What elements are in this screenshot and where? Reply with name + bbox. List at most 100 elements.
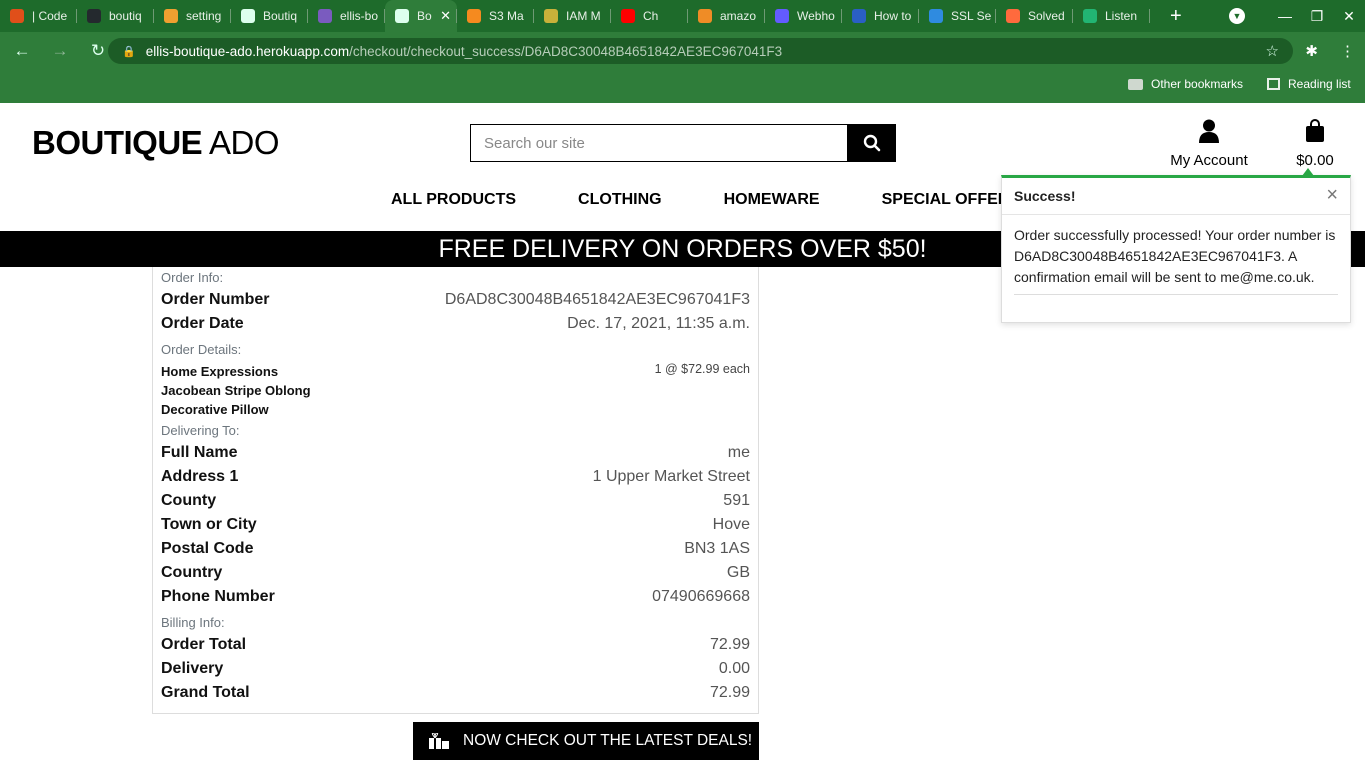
menu-icon[interactable]: ⋮ [1340, 42, 1355, 60]
tab-favicon-icon [318, 9, 332, 23]
url-host: ellis-boutique-ado.herokuapp.com [145, 43, 350, 59]
tab-favicon-icon [544, 9, 558, 23]
latest-deals-button[interactable]: NOW CHECK OUT THE LATEST DEALS! [413, 722, 759, 760]
browser-tab[interactable]: IAM M [534, 0, 611, 32]
search-input[interactable] [470, 124, 847, 162]
browser-tab[interactable]: amazo [688, 0, 765, 32]
delivery-value: me [727, 444, 750, 461]
tab-favicon-icon [775, 9, 789, 23]
search-button[interactable] [847, 124, 896, 162]
tab-favicon-icon [395, 9, 409, 23]
browser-tabstrip: | Code boutiq setting Boutiq ellis-bo Bo ✕ S3 M… [0, 0, 1365, 32]
extensions-icon[interactable]: ✱ [1305, 42, 1318, 60]
browser-tab[interactable]: Bo ✕ [385, 0, 457, 32]
browser-tab[interactable]: Ch [611, 0, 688, 32]
billing-label: Order Total [161, 636, 247, 653]
nav-homeware[interactable]: HOMEWARE [724, 191, 820, 209]
close-window-icon[interactable]: ✕ [1333, 8, 1365, 25]
browser-tab[interactable]: | Code [0, 0, 77, 32]
tab-title: S3 Ma [489, 9, 524, 23]
toast-header: Success! × [1002, 178, 1350, 215]
billing-label: Delivery [161, 660, 224, 677]
main-nav: ALL PRODUCTS CLOTHING HOMEWARE SPECIAL O… [360, 191, 1051, 209]
user-icon [1199, 119, 1219, 143]
order-item-name: Home Expressions Jacobean Stripe Oblong … [161, 364, 311, 417]
nav-clothing[interactable]: CLOTHING [578, 191, 662, 209]
cart-total: $0.00 [1296, 152, 1334, 169]
reading-list-label: Reading list [1288, 77, 1351, 91]
browser-tab[interactable]: How to [842, 0, 919, 32]
back-icon[interactable]: ← [6, 41, 38, 61]
order-number-label: Order Number [161, 291, 270, 308]
success-toast: Success! × Order successfully processed!… [1001, 168, 1351, 323]
toast-arrow [1302, 168, 1314, 176]
gifts-icon [429, 733, 449, 749]
delivery-value: GB [726, 564, 750, 581]
tab-favicon-icon [852, 9, 866, 23]
browser-tab[interactable]: Boutiq [231, 0, 308, 32]
toast-divider [1014, 294, 1338, 295]
tab-title: Solved [1028, 9, 1065, 23]
lock-icon[interactable]: 🔒 [122, 45, 136, 58]
tab-title: SSL Se [951, 9, 992, 23]
browser-tab[interactable]: boutiq [77, 0, 154, 32]
nav-special-offers[interactable]: SPECIAL OFFERS [882, 191, 1020, 209]
toast-message: Order successfully processed! Your order… [1014, 227, 1336, 285]
nav-all-products[interactable]: ALL PRODUCTS [391, 191, 516, 209]
reading-list-icon [1267, 78, 1280, 90]
browser-tab[interactable]: Solved [996, 0, 1073, 32]
shopping-bag-icon [1306, 119, 1324, 142]
search-form [470, 124, 896, 162]
browser-tab[interactable]: setting [154, 0, 231, 32]
close-icon[interactable]: × [1326, 184, 1338, 207]
browser-tab[interactable]: Webho [765, 0, 842, 32]
site-logo[interactable]: BOUTIQUE ADO [32, 124, 280, 162]
toast-body: Order successfully processed! Your order… [1002, 215, 1350, 305]
tab-favicon-icon [241, 9, 255, 23]
browser-tab[interactable]: ellis-bo [308, 0, 385, 32]
tab-favicon-icon [929, 9, 943, 23]
reading-list[interactable]: Reading list [1267, 77, 1351, 91]
browser-tab[interactable]: SSL Se [919, 0, 996, 32]
tab-title: setting [186, 9, 222, 23]
delivery-value: 1 Upper Market Street [592, 468, 750, 485]
delivery-label: Full Name [161, 444, 238, 461]
tab-title: Listen [1105, 9, 1138, 23]
delivery-value: 591 [723, 492, 750, 509]
browser-tab[interactable]: S3 Ma [457, 0, 534, 32]
other-bookmarks[interactable]: Other bookmarks [1128, 77, 1243, 91]
logo-bold: BOUTIQUE [32, 124, 203, 161]
tab-search-icon[interactable]: ▼ [1229, 8, 1245, 24]
browser-tab[interactable]: Listen [1073, 0, 1150, 32]
delivery-label: Address 1 [161, 468, 239, 485]
restore-icon[interactable]: ❐ [1301, 8, 1333, 25]
delivery-value: 07490669668 [652, 588, 750, 605]
toast-title: Success! [1014, 188, 1076, 204]
tab-title: Ch [643, 9, 659, 23]
url-path: /checkout/checkout_success/D6AD8C30048B4… [349, 43, 783, 59]
bookmark-star-icon[interactable]: ☆ [1266, 42, 1279, 60]
address-bar[interactable]: 🔒 ellis-boutique-ado.herokuapp.com/check… [108, 38, 1293, 64]
tab-favicon-icon [698, 9, 712, 23]
tab-favicon-icon [10, 9, 24, 23]
search-icon [863, 134, 880, 152]
cart-link[interactable]: $0.00 [1288, 119, 1342, 169]
folder-icon [1128, 78, 1143, 90]
tab-close-icon[interactable]: ✕ [440, 8, 451, 24]
forward-icon[interactable]: → [44, 41, 76, 61]
billing-value: 72.99 [709, 636, 750, 653]
tab-title: How to [874, 9, 912, 23]
billing-label: Grand Total [161, 684, 250, 701]
delivery-label: Country [161, 564, 223, 581]
other-bookmarks-label: Other bookmarks [1151, 77, 1244, 91]
order-item-quantity: 1 @ $72.99 each [654, 362, 750, 376]
minimize-icon[interactable]: — [1269, 8, 1301, 24]
tab-favicon-icon [621, 9, 635, 23]
order-date-label: Order Date [161, 315, 244, 332]
tab-favicon-icon [87, 9, 101, 23]
tab-title: amazo [720, 9, 757, 23]
order-number-value: D6AD8C30048B4651842AE3EC967041F3 [444, 291, 750, 308]
my-account-link[interactable]: My Account [1160, 119, 1258, 169]
new-tab-icon[interactable]: + [1170, 5, 1182, 28]
tab-title: Boutiq [263, 9, 298, 23]
